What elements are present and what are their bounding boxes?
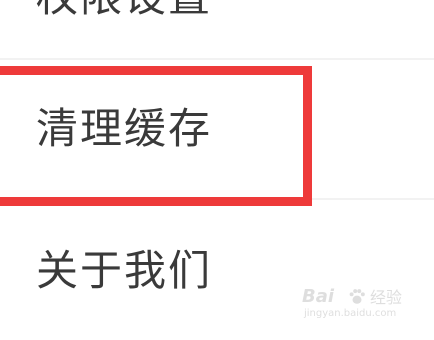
watermark-suffix: 经验 xyxy=(370,288,403,307)
watermark-domain: jingyan.baidu.com xyxy=(304,308,397,319)
list-item-label: 权限设置 xyxy=(36,0,212,22)
list-item-clear-cache[interactable]: 清理缓存 xyxy=(0,60,434,198)
paw-icon xyxy=(349,289,365,304)
watermark-brand: Bai xyxy=(302,286,335,307)
watermark: Bai 经验 jingyan.baidu.com xyxy=(302,286,406,322)
list-item-label: 清理缓存 xyxy=(36,104,213,153)
list-item-label: 关于我们 xyxy=(36,246,213,295)
list-item-permission-settings[interactable]: 权限设置 xyxy=(0,0,434,58)
